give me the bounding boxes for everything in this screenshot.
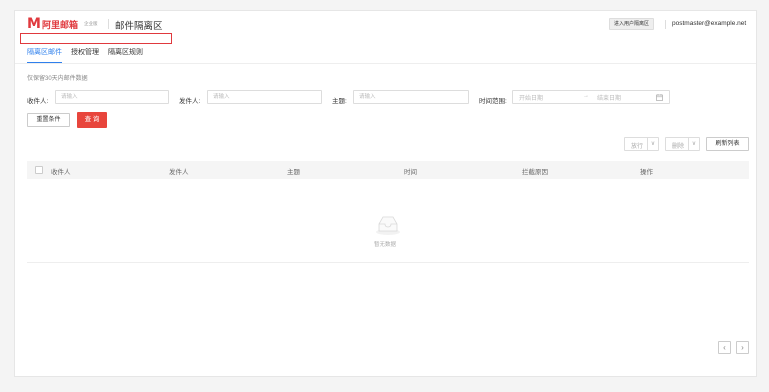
tab-divider — [15, 63, 756, 64]
next-page-button[interactable]: › — [736, 341, 749, 354]
end-date-placeholder[interactable]: 结束日期 — [597, 93, 621, 102]
user-email[interactable]: postmaster@example.net — [672, 20, 746, 27]
select-all-checkbox[interactable] — [35, 166, 43, 174]
empty-state-text: 暂无数据 — [374, 242, 397, 248]
tab-quarantine-rules[interactable]: 隔离区规则 — [108, 47, 143, 63]
recipient-input[interactable] — [55, 90, 169, 104]
logo-mark: M — [27, 16, 41, 32]
sender-label: 发件人: — [179, 98, 201, 105]
release-button-label: 放行 — [631, 144, 644, 150]
highlight-box — [20, 33, 172, 44]
chevron-down-icon[interactable]: ∨ — [647, 138, 658, 150]
main-panel: M 阿里邮箱 企业版 邮件隔离区 进入用户隔离区 postmaster@exam… — [14, 10, 757, 377]
page-title: 邮件隔离区 — [115, 21, 163, 32]
header-divider — [108, 19, 109, 29]
table-bottom-border — [27, 262, 749, 263]
empty-inbox-icon — [376, 216, 400, 235]
tab-authorization[interactable]: 授权管理 — [71, 47, 99, 63]
header-divider-right — [665, 20, 666, 29]
column-recipient: 收件人 — [51, 169, 71, 176]
delete-button-label: 删除 — [672, 144, 685, 150]
table-header: 收件人 发件人 主题 时间 拦截原因 操作 — [27, 161, 749, 179]
logo: M 阿里邮箱 企业版 — [27, 17, 97, 31]
time-range-label: 时间范围: — [479, 98, 507, 105]
query-button[interactable]: 查 询 — [77, 112, 107, 128]
logo-edition: 企业版 — [83, 21, 98, 26]
tab-bar: 隔离区邮件 授权管理 隔离区规则 — [27, 47, 152, 63]
calendar-icon — [656, 94, 663, 101]
logo-text: 阿里邮箱 — [41, 19, 78, 30]
subject-input[interactable] — [353, 90, 469, 104]
recipient-label: 收件人: — [27, 98, 49, 105]
release-button[interactable]: 放行 ∨ — [624, 137, 659, 151]
column-actions: 操作 — [640, 169, 653, 176]
start-date-placeholder[interactable]: 开始日期 — [519, 93, 543, 102]
range-arrow-icon: → — [583, 93, 589, 99]
enter-user-quarantine-button[interactable]: 进入用户隔离区 — [609, 18, 655, 30]
subject-label: 主题: — [332, 98, 347, 105]
reset-button[interactable]: 重置条件 — [27, 113, 70, 127]
sender-input[interactable] — [207, 90, 322, 104]
prev-page-button[interactable]: ‹ — [718, 341, 731, 354]
retention-hint: 仅保留30天内邮件数据 — [27, 76, 88, 82]
column-time: 时间 — [404, 169, 417, 176]
column-sender: 发件人 — [169, 169, 189, 176]
refresh-list-button[interactable]: 刷新列表 — [706, 137, 749, 151]
chevron-down-icon[interactable]: ∨ — [688, 138, 699, 150]
date-range-picker[interactable]: 开始日期 → 结束日期 — [512, 90, 670, 104]
tab-quarantine-mail[interactable]: 隔离区邮件 — [27, 47, 62, 63]
column-subject: 主题 — [287, 169, 300, 176]
delete-button[interactable]: 删除 ∨ — [665, 137, 700, 151]
column-block-reason: 拦截原因 — [522, 169, 548, 176]
